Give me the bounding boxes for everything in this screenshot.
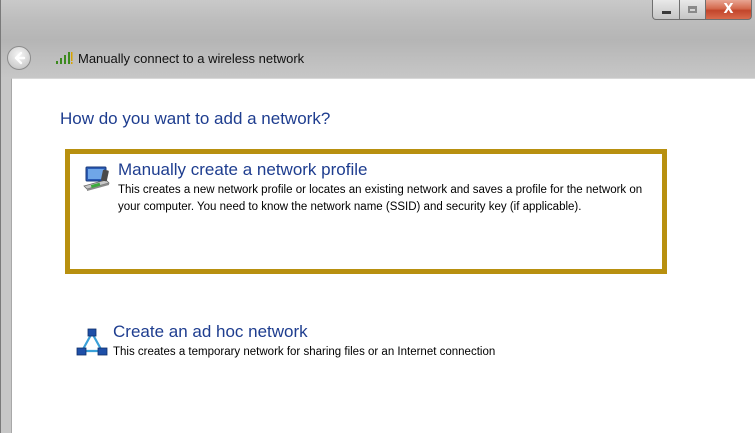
option-title: Manually create a network profile: [118, 160, 368, 179]
window-title: Manually connect to a wireless network: [78, 50, 305, 66]
back-arrow-icon: [14, 51, 26, 65]
wizard-window: X Manually connect to a wireless network: [0, 0, 755, 433]
navigation-row: Manually connect to a wireless network: [7, 46, 304, 70]
maximize-button[interactable]: [680, 0, 706, 20]
option-description: This creates a temporary network for sha…: [113, 346, 496, 358]
title-bar: X Manually connect to a wireless network: [1, 0, 755, 78]
close-icon: X: [723, 2, 734, 17]
option-create-ad-hoc[interactable]: Create an ad hoc network This creates a …: [70, 322, 670, 382]
network-profile-icon: [83, 166, 110, 191]
minimize-button[interactable]: [652, 0, 680, 20]
option-manually-create-profile[interactable]: Manually create a network profile This c…: [65, 149, 667, 274]
minimize-icon: [661, 11, 671, 14]
caption-buttons: X: [652, 0, 752, 20]
maximize-icon: [688, 6, 697, 13]
content-pane: How do you want to add a network? Manual…: [11, 78, 755, 433]
option-title: Create an ad hoc network: [113, 322, 308, 341]
close-button[interactable]: X: [706, 0, 752, 20]
page-heading: How do you want to add a network?: [60, 109, 331, 128]
ad-hoc-network-icon: [76, 328, 108, 356]
back-button[interactable]: [7, 46, 31, 70]
option-description: This creates a new network profile or lo…: [118, 184, 643, 213]
wireless-signal-icon: [56, 52, 73, 64]
